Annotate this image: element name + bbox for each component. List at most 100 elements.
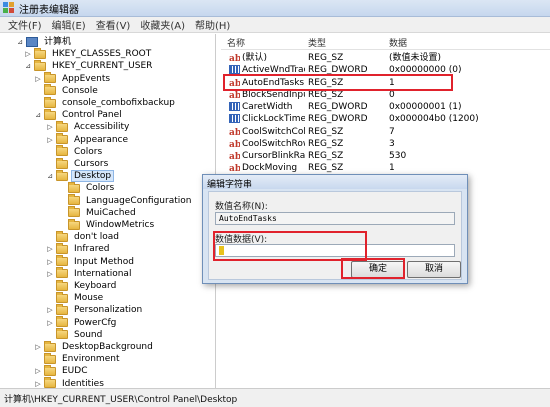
menu-edit[interactable]: 编辑(E) bbox=[48, 17, 92, 32]
ok-button[interactable]: 确定 bbox=[351, 261, 405, 278]
tree-item[interactable]: ▷ Identities bbox=[34, 377, 107, 388]
folder-icon bbox=[44, 108, 56, 120]
tree-item[interactable]: ▷ PowerCfg bbox=[46, 316, 119, 329]
menu-view[interactable]: 查看(V) bbox=[92, 17, 137, 32]
binary-value-icon bbox=[229, 65, 240, 75]
cell-type: REG_SZ bbox=[308, 89, 344, 100]
tree-item[interactable]: ▷ International bbox=[46, 267, 134, 280]
folder-icon bbox=[68, 194, 80, 206]
menu-help[interactable]: 帮助(H) bbox=[191, 17, 236, 32]
value-row[interactable]: abBlockSendInput...REG_SZ 0 bbox=[221, 89, 550, 101]
tree-item[interactable]: MuiCached bbox=[58, 206, 139, 219]
tree-item[interactable]: ▷ AppEvents bbox=[34, 72, 113, 85]
column-name[interactable]: 名称 bbox=[227, 36, 245, 49]
expand-arrow-icon[interactable]: ▷ bbox=[46, 123, 54, 131]
tree-item[interactable]: Environment bbox=[34, 352, 122, 365]
expand-arrow-icon[interactable]: ▷ bbox=[24, 50, 32, 58]
tree-item[interactable]: ▷ Input Method bbox=[46, 255, 137, 268]
expand-arrow-icon[interactable]: ▷ bbox=[46, 136, 54, 144]
tree-item[interactable]: Cursors bbox=[46, 157, 111, 170]
tree-item[interactable]: ▷ Accessibility bbox=[46, 120, 132, 133]
menu-favorites[interactable]: 收藏夹(A) bbox=[136, 17, 191, 32]
folder-icon bbox=[56, 255, 68, 267]
dialog-title: 编辑字符串 bbox=[203, 175, 467, 190]
tree-item-label: Identities bbox=[62, 378, 104, 388]
tree-item[interactable]: ▷ Appearance bbox=[46, 133, 131, 146]
tree-item[interactable]: ⊿ HKEY_CURRENT_USER bbox=[24, 59, 155, 72]
tree-item[interactable]: Console bbox=[34, 84, 101, 97]
cell-type: REG_DWORD bbox=[308, 102, 368, 112]
cell-type: REG_SZ bbox=[308, 163, 344, 174]
expand-arrow-icon[interactable]: ▷ bbox=[46, 270, 54, 278]
tree-item[interactable]: ▷ HKEY_CLASSES_ROOT bbox=[24, 47, 154, 60]
tree-item-label: Accessibility bbox=[74, 122, 130, 133]
tree-item-label: Input Method bbox=[74, 256, 134, 267]
folder-icon bbox=[68, 206, 80, 218]
tree-item-label: Personalization bbox=[74, 305, 143, 316]
tree-item[interactable]: WindowMetrics bbox=[58, 218, 157, 231]
expand-arrow-icon[interactable]: ▷ bbox=[46, 319, 54, 327]
tree-item[interactable]: ⊿ Desktop bbox=[46, 169, 115, 183]
expand-arrow-icon[interactable]: ⊿ bbox=[16, 38, 24, 46]
cell-data: 0x000004b0 (1200) bbox=[389, 114, 479, 125]
value-row[interactable]: ClickLockTime REG_DWORD 0x000004b0 (1200) bbox=[221, 113, 550, 125]
cell-name: CoolSwitchColu... bbox=[242, 126, 305, 137]
tree-item[interactable]: Colors bbox=[46, 145, 105, 158]
tree-item[interactable]: ▷ DesktopBackground bbox=[34, 340, 156, 353]
tree-item[interactable]: console_combofixbackup bbox=[34, 96, 178, 109]
value-row[interactable]: ab AutoEndTasks REG_SZ 1 bbox=[221, 77, 550, 89]
expand-arrow-icon[interactable]: ▷ bbox=[46, 245, 54, 253]
window-title: 注册表编辑器 bbox=[19, 4, 79, 16]
menu-file[interactable]: 文件(F) bbox=[4, 17, 48, 32]
tree-item-label: International bbox=[74, 268, 132, 279]
expand-arrow-icon[interactable]: ▷ bbox=[46, 306, 54, 314]
value-data-field[interactable] bbox=[215, 244, 455, 257]
cell-data: 1 bbox=[389, 77, 395, 88]
tree-item[interactable]: LanguageConfiguration bbox=[58, 194, 194, 207]
value-row[interactable]: ab (默认) REG_SZ (数值未设置) bbox=[221, 52, 550, 64]
expand-arrow-icon[interactable]: ⊿ bbox=[46, 172, 54, 180]
expand-arrow-icon[interactable]: ⊿ bbox=[24, 62, 32, 70]
tree-item[interactable]: ▷ Infrared bbox=[46, 242, 113, 255]
string-value-icon: ab bbox=[229, 127, 240, 136]
tree-item-label: AppEvents bbox=[62, 73, 111, 84]
tree-item[interactable]: ▷ Personalization bbox=[46, 303, 145, 316]
value-row[interactable]: ab DockMoving REG_SZ 1 bbox=[221, 162, 550, 174]
dialog-body: 数值名称(N): AutoEndTasks 数值数据(V): 确定 取消 bbox=[208, 191, 462, 280]
value-row[interactable]: CaretWidth REG_DWORD 0x00000001 (1) bbox=[221, 101, 550, 113]
tree-item-label: Mouse bbox=[74, 293, 104, 304]
tree-item[interactable]: Keyboard bbox=[46, 279, 119, 292]
value-row[interactable]: ActiveWndTrack...REG_DWORD 0x00000000 (0) bbox=[221, 64, 550, 76]
tree-item[interactable]: Sound bbox=[46, 328, 105, 341]
regedit-icon bbox=[3, 2, 15, 14]
key-tree[interactable]: ⊿ 计算机 ▷ HKEY_CLASSES_ROOT ⊿ HKEY_CURRENT_USER… bbox=[0, 34, 216, 388]
tree-item[interactable]: ⊿ Control Panel bbox=[34, 108, 125, 121]
column-type[interactable]: 类型 bbox=[308, 36, 326, 49]
menu-bar: 文件(F) 编辑(E) 查看(V) 收藏夹(A) 帮助(H) bbox=[0, 17, 550, 33]
folder-icon bbox=[44, 72, 56, 84]
expand-arrow-icon[interactable]: ▷ bbox=[34, 380, 42, 388]
folder-icon bbox=[56, 242, 68, 254]
folder-icon bbox=[56, 291, 68, 303]
folder-icon bbox=[56, 120, 68, 132]
expand-arrow-icon[interactable]: ⊿ bbox=[34, 111, 42, 119]
tree-item-label: Infrared bbox=[74, 244, 110, 255]
value-row[interactable]: abCoolSwitchColu...REG_SZ 7 bbox=[221, 126, 550, 138]
tree-item[interactable]: ▷ EUDC bbox=[34, 364, 91, 377]
tree-item-label: PowerCfg bbox=[74, 317, 117, 328]
expand-arrow-icon[interactable]: ▷ bbox=[34, 75, 42, 83]
tree-item-label: Desktop bbox=[71, 170, 115, 183]
tree-item[interactable]: Colors bbox=[58, 181, 117, 194]
expand-arrow-icon[interactable]: ▷ bbox=[46, 258, 54, 266]
column-data[interactable]: 数据 bbox=[389, 36, 407, 49]
computer-icon bbox=[26, 37, 38, 47]
binary-value-icon bbox=[229, 114, 240, 124]
cancel-button[interactable]: 取消 bbox=[407, 261, 461, 278]
expand-arrow-icon[interactable]: ▷ bbox=[34, 367, 42, 375]
value-row[interactable]: abCoolSwitchRowsREG_SZ 3 bbox=[221, 138, 550, 150]
expand-arrow-icon[interactable]: ▷ bbox=[34, 343, 42, 351]
tree-item[interactable]: Mouse bbox=[46, 291, 106, 304]
tree-item[interactable]: ⊿ 计算机 bbox=[16, 36, 74, 48]
tree-item[interactable]: don't load bbox=[46, 230, 122, 243]
value-row[interactable]: abCursorBlinkRateREG_SZ 530 bbox=[221, 150, 550, 162]
